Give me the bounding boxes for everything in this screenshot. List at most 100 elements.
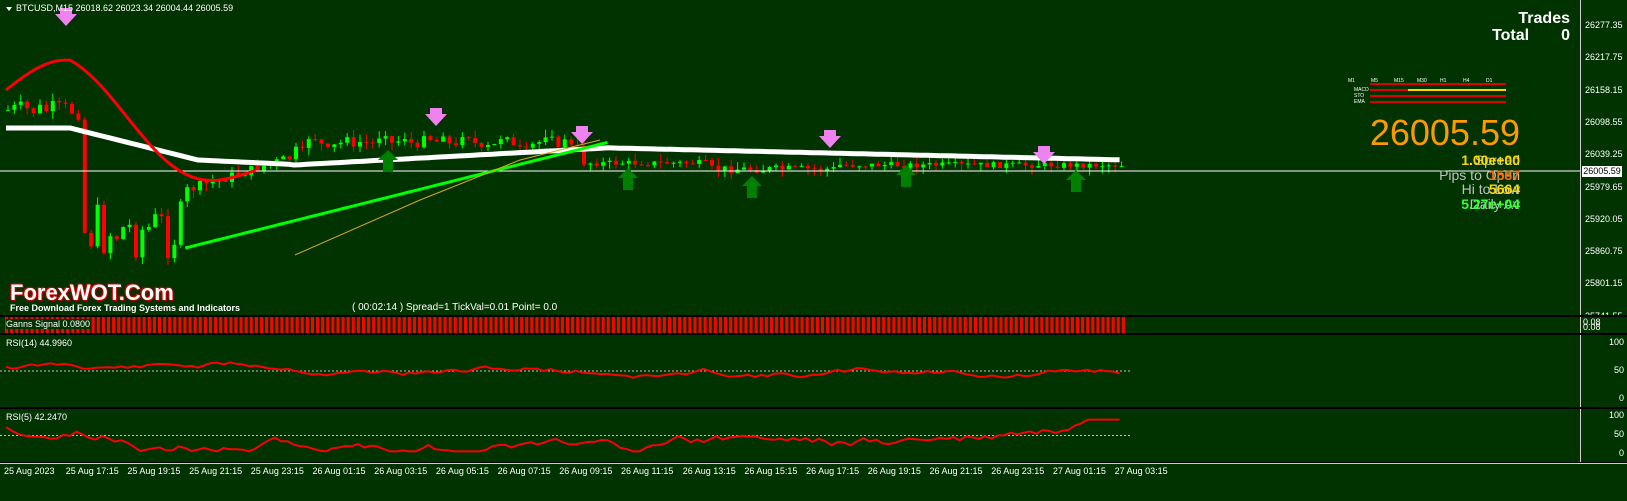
candle-body (25, 101, 30, 109)
ganns-bar (1040, 317, 1044, 333)
candle-body (121, 227, 126, 240)
time-tick-label: 26 Aug 19:15 (867, 466, 921, 476)
ganns-bar (673, 317, 677, 333)
rsi14-line (5, 361, 1120, 379)
main-chart-pane[interactable]: BTCUSD,M15 26018.62 26023.34 26004.44 26… (0, 0, 1580, 315)
ganns-bar (591, 317, 595, 333)
ganns-bar (989, 317, 993, 333)
candle-body (434, 139, 439, 142)
status-readout: ( 00:02:14 ) Spread=1 TickVal=0.01 Point… (352, 302, 558, 313)
ganns-bar (979, 317, 983, 333)
candle-body (998, 162, 1002, 168)
time-tick-label: 26 Aug 17:15 (806, 466, 860, 476)
rsi14-pane[interactable]: RSI(14) 44.9960 (0, 335, 1580, 407)
candle-body (300, 146, 305, 148)
ganns-bar (1014, 317, 1018, 333)
candle-body (972, 163, 977, 165)
ganns-bar (566, 317, 569, 333)
ganns-bar (800, 317, 804, 333)
candle-body (332, 144, 337, 148)
ganns-bar (453, 317, 457, 333)
ganns-bar (311, 317, 314, 333)
rsi5-pane[interactable]: RSI(5) 42.2470 (0, 409, 1580, 462)
ganns-bar (703, 317, 707, 333)
candle-body (505, 137, 510, 140)
candle-body (38, 104, 42, 114)
candle-body (767, 166, 772, 171)
rsi14-axis-100: 100 (1608, 337, 1624, 347)
candle-body (95, 204, 100, 247)
ganns-bar (744, 317, 748, 333)
ganns-bar (1106, 317, 1110, 333)
ganns-bar (484, 317, 488, 333)
candle-body (1087, 163, 1092, 168)
candle-body (31, 108, 36, 114)
brand-subtitle: Free Download Forex Trading Systems and … (10, 303, 241, 313)
ganns-bar (632, 317, 636, 333)
ganns-bar (173, 317, 177, 333)
ganns-bar (1091, 317, 1095, 333)
ganns-bar (764, 317, 768, 333)
price-tick-label: 25860.75 (1585, 246, 1623, 257)
ganns-bar (642, 317, 646, 333)
price-axis[interactable]: 26277.35 26217.75 26158.15 26098.55 26039.25… (1580, 0, 1627, 315)
ganns-bar (1030, 317, 1034, 333)
time-axis[interactable]: 25 Aug 2023 25 Aug 17:15 25 Aug 19:15 25 Au… (0, 463, 1627, 501)
candle-body (441, 136, 446, 142)
symbol-ohlc: BTCUSD,M15 26018.62 26023.34 26004.44 26… (16, 3, 234, 13)
ganns-bar (499, 317, 503, 333)
candle-body (50, 101, 55, 112)
price-chart-canvas[interactable] (0, 0, 1580, 315)
time-tick-label: 26 Aug 03:15 (374, 466, 428, 476)
ganns-bar (423, 317, 427, 333)
ganns-bar (178, 317, 182, 333)
candle-body (326, 143, 330, 148)
ganns-bar (1076, 317, 1079, 333)
ganns-bar (968, 317, 972, 333)
candle-body (313, 139, 318, 141)
ganns-bar (336, 317, 340, 333)
candle-body (882, 164, 887, 167)
ganns-bar (647, 317, 651, 333)
time-tick-label: 26 Aug 07:15 (497, 466, 551, 476)
ganns-bar (122, 317, 126, 333)
candle-body (108, 236, 113, 254)
dropdown-triangle-icon[interactable] (6, 6, 12, 11)
ganns-bar (1081, 317, 1085, 333)
candle-body (786, 165, 791, 170)
ganns-bar (790, 317, 794, 333)
candle-body (345, 137, 350, 143)
ganns-bar (581, 317, 585, 333)
ganns-bar (234, 317, 238, 333)
time-tick-label: 25 Aug 19:15 (127, 466, 181, 476)
candle-body (722, 166, 727, 171)
candle-body (934, 163, 938, 166)
time-tick-label: 25 Aug 2023 (4, 466, 55, 476)
ganns-bar (795, 317, 799, 333)
ganns-signal-pane[interactable]: Ganns Signal 0.0800 (0, 317, 1580, 333)
candle-body (466, 137, 471, 139)
ganns-bar (907, 317, 911, 333)
ganns-axis-bottom: 0.08 (1583, 322, 1601, 332)
candle-body (57, 101, 62, 103)
candle-body (991, 162, 996, 168)
candle-body (780, 165, 785, 170)
candle-body (1068, 163, 1073, 167)
ganns-bar (260, 317, 263, 333)
rsi14-axis: 100 50 0 (1580, 335, 1627, 407)
ganns-bar (137, 317, 141, 333)
ganns-bar (351, 317, 355, 333)
ganns-bar (392, 317, 396, 333)
candle-body (1010, 162, 1015, 164)
total-value: 0 (1561, 27, 1570, 44)
candle-body (409, 138, 414, 143)
candle-body (498, 139, 503, 145)
ganns-bar (229, 317, 233, 333)
ganns-bar (627, 317, 631, 333)
time-tick-label: 26 Aug 05:15 (435, 466, 489, 476)
price-tick-label: 26098.55 (1585, 116, 1623, 127)
ganns-bar (836, 317, 840, 333)
ganns-bar (586, 317, 590, 333)
candle-body (460, 137, 465, 146)
ganns-bar (550, 317, 554, 333)
